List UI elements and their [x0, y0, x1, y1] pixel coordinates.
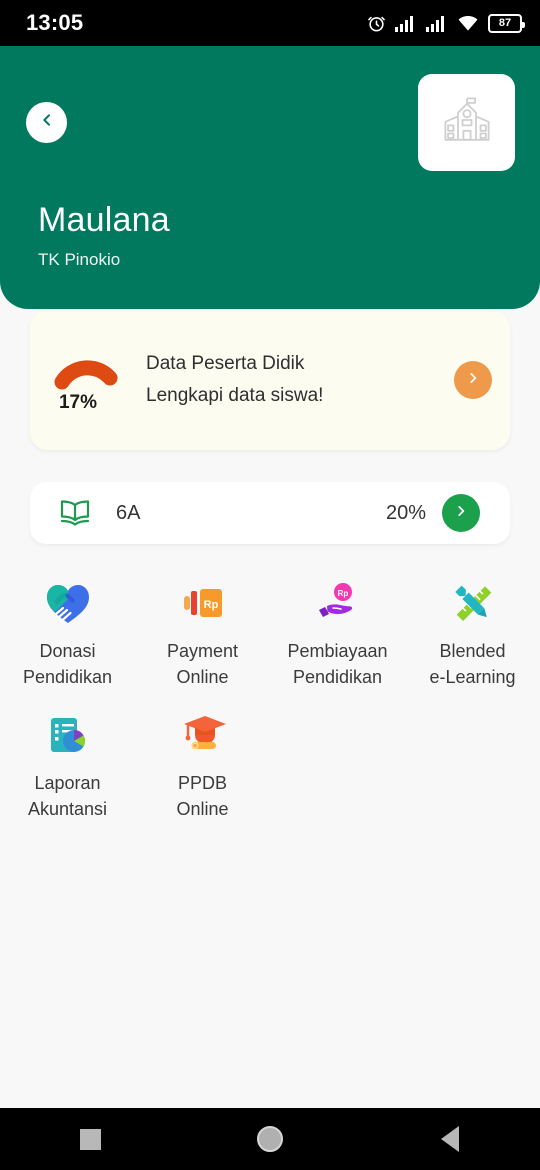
report-chart-icon [38, 710, 98, 762]
page-title: Maulana [38, 201, 170, 239]
menu-item-label: Laporan Akuntansi [27, 773, 108, 819]
status-icons: 87 [367, 13, 525, 33]
class-percent: 20% [385, 501, 426, 524]
battery-level: 87 [498, 16, 512, 29]
android-nav-bar [0, 1108, 540, 1170]
status-time: 13:05 [26, 10, 84, 35]
wifi-icon [457, 14, 479, 32]
data-card-text: Data Peserta Didik Lengkapi data siswa! [140, 348, 454, 412]
menu-grid: Donasi Pendidikan Rp Payment Online Rp P… [0, 572, 540, 822]
data-card-action-button[interactable] [454, 361, 492, 399]
phone-screen: 13:05 87 Maulana TK Pinokio 17% Data Pes… [0, 0, 540, 1170]
alarm-icon [367, 14, 386, 33]
graduation-cap-icon [173, 710, 233, 762]
progress-percent: 17% [58, 392, 98, 413]
triangle-left-icon [441, 1126, 459, 1152]
back-button[interactable] [26, 102, 67, 143]
svg-text:Rp: Rp [203, 599, 218, 611]
class-card[interactable]: 6A 20% [30, 482, 510, 544]
menu-item-label: Blended e-Learning [429, 641, 516, 687]
class-card-action-button[interactable] [442, 494, 480, 532]
square-icon [79, 1128, 101, 1150]
chevron-left-icon [39, 112, 55, 133]
signal-icon-1 [395, 14, 417, 32]
hand-coin-rp-icon: Rp [308, 578, 368, 630]
home-button[interactable] [225, 1108, 315, 1170]
open-book-icon [58, 498, 92, 528]
signal-icon-2 [426, 14, 448, 32]
data-card-title: Data Peserta Didik [146, 353, 305, 374]
progress-gauge: 17% [30, 330, 140, 430]
svg-text:Rp: Rp [337, 589, 348, 598]
back-nav-button[interactable] [405, 1108, 495, 1170]
profile-header: Maulana TK Pinokio [0, 46, 540, 309]
menu-item-blended-e-learning[interactable]: Blended e-Learning [405, 572, 540, 690]
menu-item-ppdb-online[interactable]: PPDB Online [135, 704, 270, 822]
chevron-right-icon [466, 371, 480, 390]
class-label: 6A [116, 501, 141, 524]
menu-item-payment-online[interactable]: Rp Payment Online [135, 572, 270, 690]
pencil-ruler-icon [443, 578, 503, 630]
school-building-icon [438, 93, 496, 152]
recents-button[interactable] [45, 1108, 135, 1170]
status-bar: 13:05 87 [0, 0, 540, 46]
data-card-subtitle: Lengkapi data siswa! [146, 385, 324, 406]
menu-item-label: Pembiayaan Pendidikan [287, 641, 388, 687]
school-logo[interactable] [418, 74, 515, 171]
menu-item-label: Donasi Pendidikan [22, 641, 113, 687]
payment-card-rp-icon: Rp [173, 578, 233, 630]
menu-item-donasi-pendidikan[interactable]: Donasi Pendidikan [0, 572, 135, 690]
student-data-card[interactable]: 17% Data Peserta Didik Lengkapi data sis… [30, 310, 510, 450]
handshake-heart-icon [38, 578, 98, 630]
menu-item-label: PPDB Online [176, 773, 229, 819]
battery-icon: 87 [488, 13, 525, 33]
menu-item-pembiayaan-pendidikan[interactable]: Rp Pembiayaan Pendidikan [270, 572, 405, 690]
circle-icon [257, 1126, 283, 1152]
menu-item-label: Payment Online [166, 641, 239, 687]
school-name: TK Pinokio [38, 250, 121, 269]
menu-item-laporan-akuntansi[interactable]: Laporan Akuntansi [0, 704, 135, 822]
chevron-right-icon [454, 504, 468, 523]
